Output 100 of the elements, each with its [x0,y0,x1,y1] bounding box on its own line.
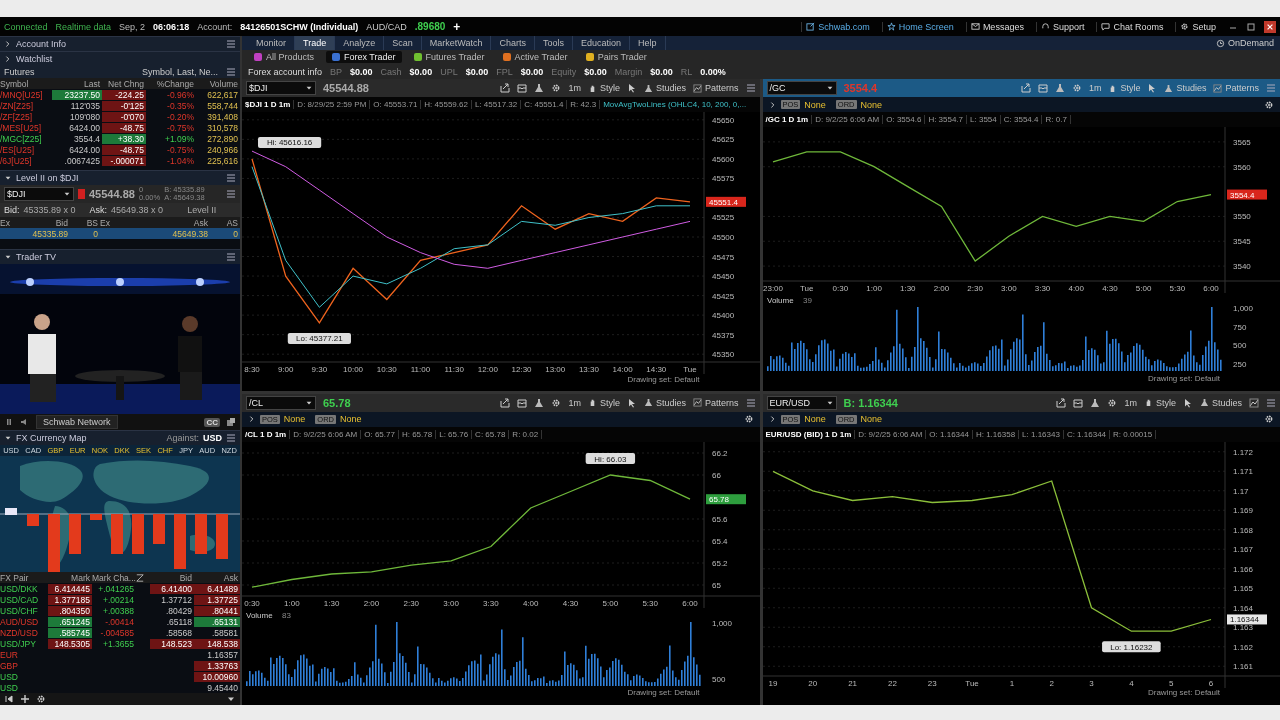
channel-selector[interactable]: Schwab Network [36,415,118,429]
first-page-icon[interactable] [4,694,14,704]
column-header[interactable]: Ask [194,572,240,583]
product-tab[interactable]: Pairs Trader [579,51,653,63]
currency-pair-cell[interactable]: USD/DKK [0,583,48,594]
cursor-icon[interactable] [626,83,637,93]
toolbar-button[interactable]: Patterns [692,83,739,93]
currency-pair-cell[interactable]: AUD/USD [0,616,48,627]
menu-icon[interactable] [226,252,236,262]
maximize-icon[interactable] [1246,21,1256,32]
settings-icon[interactable] [1107,397,1118,408]
toolbar-button[interactable]: Studies [1164,83,1207,93]
symbol-cell[interactable]: /MES[U25] [0,122,52,133]
drawing-set-label[interactable]: Drawing set: Default [1147,373,1220,383]
toolbar-button[interactable]: Studies [1199,397,1242,408]
menu-icon[interactable] [1266,397,1276,408]
toolbar-button[interactable]: 1m [568,397,581,408]
settings-icon[interactable] [1264,99,1274,110]
menu-icon[interactable] [226,173,236,183]
settings-icon[interactable] [1264,414,1274,424]
column-header[interactable]: Mark Cha... [92,572,136,583]
column-header[interactable]: FX Pair [0,572,48,583]
book-mode-label[interactable]: Level II [187,205,217,215]
header-link[interactable]: Setup [1175,21,1220,32]
account-selector[interactable]: 84126501SCHW (Individual) [240,21,359,32]
expand-chevron-icon[interactable] [768,100,777,109]
drawing-set-label[interactable]: Drawing set: Default [1147,688,1220,697]
symbol-field[interactable]: $DJI [4,187,74,201]
column-header[interactable]: Ex [0,217,30,228]
closed-captions-button[interactable]: CC [204,417,220,427]
symbol-field[interactable]: /GC [766,81,837,95]
column-header[interactable]: Net Chng [102,78,146,89]
header-link[interactable]: Home Screen [881,21,958,32]
collapse-caret-icon[interactable] [4,174,12,182]
against-currency[interactable]: USD [203,433,222,443]
toolbar-button[interactable]: Style [587,83,620,93]
symbol-field[interactable]: EUR/USD [766,395,837,410]
panel-title[interactable]: FX Currency Map [16,433,163,443]
expand-chevron-icon[interactable] [248,415,256,423]
currency-pair-cell[interactable]: USD [0,671,48,682]
flask-icon[interactable] [534,397,545,408]
currency-pair-cell[interactable]: EUR [0,649,48,660]
header-link[interactable]: Schwab.com [801,21,874,32]
symbol-cell[interactable]: /MNQ[U25] [0,89,52,100]
flask-icon[interactable] [1090,397,1101,408]
column-header[interactable]: Volume [196,78,240,89]
column-header[interactable]: Last [52,78,102,89]
product-tab[interactable]: All Products [248,51,321,63]
toolbar-button[interactable]: Studies [643,83,686,93]
toolbar-button[interactable]: 1m [1124,397,1137,408]
collapse-caret-icon[interactable] [4,434,12,442]
currency-pair-cell[interactable]: USD [0,682,48,693]
menu-icon[interactable] [226,39,236,49]
drawing-set-label[interactable]: Drawing set: Default [627,374,700,384]
product-tab[interactable]: Forex Trader [326,51,402,63]
currency-pair-cell[interactable]: GBP [0,660,48,671]
settings-icon[interactable] [36,694,46,704]
toolbar-button[interactable]: 1m [1088,83,1102,93]
toolbar-button[interactable]: Style [587,397,620,408]
collapse-caret-icon[interactable] [4,253,12,261]
close-icon[interactable] [1264,20,1276,33]
share-icon[interactable] [1020,83,1031,93]
column-header[interactable]: BS [70,217,100,228]
menu-icon[interactable] [745,397,756,408]
product-tab[interactable]: Futures Trader [407,51,491,63]
share-icon[interactable] [1056,397,1067,408]
header-link[interactable]: Chat Rooms [1096,21,1168,32]
add-tab-button[interactable]: + [453,19,461,34]
currency-pair-cell[interactable]: USD/CAD [0,594,48,605]
pair-symbol[interactable]: AUD/CAD [366,21,407,32]
flask-icon[interactable] [1054,83,1065,93]
symbol-field[interactable]: $DJI [246,81,316,95]
currency-pair-cell[interactable]: NZD/USD [0,627,48,638]
popout-icon[interactable] [226,417,236,427]
dropdown-caret-icon[interactable] [305,84,313,92]
add-icon[interactable] [20,694,30,704]
watchlist-name[interactable]: Futures [4,67,35,77]
share-icon[interactable] [500,397,511,408]
cursor-icon[interactable] [626,397,637,408]
drawing-set-label[interactable]: Drawing set: Default [627,688,700,697]
column-header[interactable]: Ask [138,217,210,228]
settings-icon[interactable] [551,83,562,93]
tray-icon[interactable] [1073,397,1084,408]
toolbar-button[interactable]: 1m [568,83,581,93]
tray-icon[interactable] [517,397,528,408]
column-header[interactable]: Bid [150,572,194,583]
menu-icon[interactable] [745,83,756,93]
menu-icon[interactable] [226,189,236,199]
share-icon[interactable] [500,83,511,93]
column-header[interactable]: %Change [146,78,196,89]
dropdown-caret-icon[interactable] [63,190,71,198]
cursor-icon[interactable] [1182,397,1193,408]
dropdown-caret-icon[interactable] [825,84,834,92]
ondemand-button[interactable]: OnDemand [1215,38,1280,48]
expand-chevron-icon[interactable] [768,415,777,423]
product-tab[interactable]: Active Trader [496,51,574,63]
toolbar-button[interactable]: Patterns [1213,83,1259,93]
toolbar-button[interactable]: Patterns [692,397,739,408]
settings-icon[interactable] [743,414,754,424]
symbol-cell[interactable]: /ZN[Z25] [0,100,52,111]
